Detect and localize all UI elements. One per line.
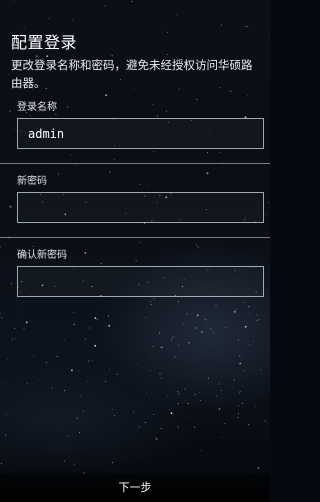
confirm-password-label: 确认新密码 xyxy=(17,250,67,261)
page-description: 更改登录名称和密码，避免未经授权访问华硕路由器。 xyxy=(11,58,253,90)
login-setup-form: 配置登录 更改登录名称和密码，避免未经授权访问华硕路由器。 登录名称 新密码 确… xyxy=(0,0,270,502)
divider xyxy=(0,237,270,238)
divider xyxy=(0,163,270,164)
page-title: 配置登录 xyxy=(11,33,78,52)
next-button[interactable]: 下一步 xyxy=(0,476,270,498)
login-name-input[interactable] xyxy=(17,118,264,149)
setup-screen: 配置登录 更改登录名称和密码，避免未经授权访问华硕路由器。 登录名称 新密码 确… xyxy=(0,0,270,502)
confirm-password-input[interactable] xyxy=(17,266,264,297)
new-password-input[interactable] xyxy=(17,192,264,223)
login-name-label: 登录名称 xyxy=(17,102,57,113)
new-password-label: 新密码 xyxy=(17,176,47,187)
